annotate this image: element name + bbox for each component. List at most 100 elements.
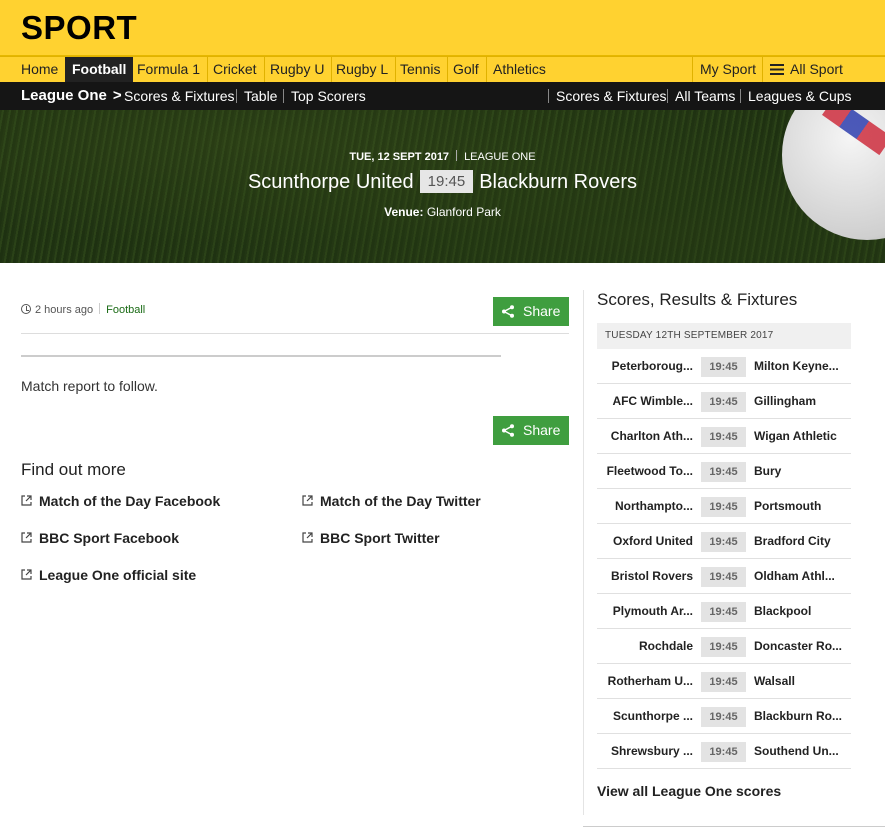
- fixture-home-team: Bristol Rovers: [610, 569, 693, 583]
- fixture-time: 19:45: [701, 567, 746, 587]
- fixture-time: 19:45: [701, 357, 746, 377]
- fixture-row[interactable]: Scunthorpe ... 19:45 Blackburn Ro...: [597, 699, 851, 734]
- fixture-row[interactable]: Rochdale 19:45 Doncaster Ro...: [597, 629, 851, 664]
- share-label: Share: [523, 422, 561, 438]
- fixture-home-team: Rochdale: [638, 639, 693, 653]
- fixture-away-team: Wigan Athletic: [754, 429, 837, 443]
- subnav-table[interactable]: Table: [244, 82, 277, 110]
- nav-item-rugby-league[interactable]: Rugby L: [329, 57, 397, 82]
- divider: [667, 89, 668, 103]
- sport-logo[interactable]: SPORT: [21, 9, 137, 47]
- share-button-top[interactable]: Share: [493, 297, 569, 326]
- external-link-icon: [302, 495, 313, 506]
- fixture-row[interactable]: Oxford United 19:45 Bradford City: [597, 524, 851, 559]
- nav-item-rugby-union[interactable]: Rugby U: [263, 57, 333, 82]
- match-teams: Scunthorpe United 19:45 Blackburn Rovers: [0, 170, 885, 194]
- breadcrumb-league-one[interactable]: League One: [21, 87, 107, 104]
- primary-nav: Home Football Formula 1 Cricket Rugby U …: [0, 56, 885, 82]
- share-icon: [502, 305, 514, 318]
- divider: [21, 333, 569, 334]
- fixture-row[interactable]: Northampto... 19:45 Portsmouth: [597, 489, 851, 524]
- fixture-away-team: Doncaster Ro...: [754, 639, 843, 653]
- link-motd-twitter[interactable]: Match of the Day Twitter: [302, 493, 481, 509]
- fixture-time: 19:45: [701, 672, 746, 692]
- divider: [236, 89, 237, 103]
- subnav-top-scorers[interactable]: Top Scorers: [291, 82, 366, 110]
- secondary-nav: League One > Scores & Fixtures Table Top …: [0, 82, 885, 110]
- external-link-icon: [21, 532, 32, 543]
- link-label: Match of the Day Twitter: [320, 493, 481, 509]
- divider: [283, 89, 284, 103]
- fixture-away-team: Blackburn Ro...: [754, 709, 843, 723]
- match-report-text: Match report to follow.: [21, 378, 158, 394]
- match-hero: TUE, 12 SEPT 2017 LEAGUE ONE Scunthorpe U…: [0, 110, 885, 263]
- venue-label: Venue:: [384, 205, 424, 219]
- all-sport-label: All Sport: [790, 61, 843, 77]
- external-link-icon: [302, 532, 313, 543]
- subnav-leagues-cups[interactable]: Leagues & Cups: [748, 82, 852, 110]
- sport-header: SPORT: [0, 0, 885, 56]
- fixture-home-team: Oxford United: [613, 534, 693, 548]
- fixture-time: 19:45: [701, 707, 746, 727]
- nav-item-home[interactable]: Home: [14, 57, 67, 82]
- venue-name: Glanford Park: [426, 205, 501, 219]
- fixture-time: 19:45: [701, 462, 746, 482]
- match-time: 19:45: [419, 170, 474, 193]
- fixture-away-team: Walsall: [754, 674, 795, 688]
- chevron-right-icon: >: [112, 87, 122, 104]
- link-label: BBC Sport Twitter: [320, 530, 440, 546]
- fixture-home-team: Fleetwood To...: [606, 464, 693, 478]
- fixture-row[interactable]: Peterboroug... 19:45 Milton Keyne...: [597, 349, 851, 384]
- fixture-away-team: Southend Un...: [754, 744, 839, 758]
- fixture-away-team: Blackpool: [754, 604, 812, 618]
- nav-item-athletics[interactable]: Athletics: [486, 57, 553, 82]
- fixture-row[interactable]: Fleetwood To... 19:45 Bury: [597, 454, 851, 489]
- nav-item-tennis[interactable]: Tennis: [393, 57, 449, 82]
- fixture-away-team: Bury: [754, 464, 782, 478]
- nav-item-football[interactable]: Football: [65, 57, 134, 82]
- scores-heading: Scores, Results & Fixtures: [597, 290, 798, 309]
- match-date: TUE, 12 SEPT 2017: [349, 151, 450, 163]
- clock-icon: [21, 304, 31, 314]
- divider: [21, 355, 501, 357]
- divider: [548, 89, 549, 103]
- fixture-row[interactable]: Charlton Ath... 19:45 Wigan Athletic: [597, 419, 851, 454]
- subnav-all-teams[interactable]: All Teams: [675, 82, 735, 110]
- article-topic-link[interactable]: Football: [106, 304, 145, 316]
- nav-item-all-sport[interactable]: All Sport: [762, 57, 850, 82]
- fixture-home-team: Charlton Ath...: [610, 429, 693, 443]
- nav-item-my-sport[interactable]: My Sport: [692, 57, 763, 82]
- fixture-time: 19:45: [701, 532, 746, 552]
- fixture-away-team: Oldham Athl...: [754, 569, 835, 583]
- link-motd-facebook[interactable]: Match of the Day Facebook: [21, 493, 220, 509]
- divider: [456, 150, 458, 161]
- fixture-home-team: AFC Wimble...: [612, 394, 693, 408]
- fixture-time: 19:45: [701, 742, 746, 762]
- view-all-scores-link[interactable]: View all League One scores: [597, 783, 781, 799]
- subnav-right-scores-fixtures[interactable]: Scores & Fixtures: [556, 82, 666, 110]
- breadcrumb: League One >: [21, 82, 126, 110]
- fixture-time: 19:45: [701, 497, 746, 517]
- subnav-scores-fixtures[interactable]: Scores & Fixtures: [124, 82, 234, 110]
- fixture-row[interactable]: AFC Wimble... 19:45 Gillingham: [597, 384, 851, 419]
- fixture-row[interactable]: Bristol Rovers 19:45 Oldham Athl...: [597, 559, 851, 594]
- menu-icon: [770, 64, 784, 75]
- fixture-home-team: Northampto...: [615, 499, 693, 513]
- fixture-away-team: Portsmouth: [754, 499, 822, 513]
- fixture-row[interactable]: Plymouth Ar... 19:45 Blackpool: [597, 594, 851, 629]
- fixture-away-team: Bradford City: [754, 534, 831, 548]
- fixture-row[interactable]: Shrewsbury ... 19:45 Southend Un...: [597, 734, 851, 769]
- link-bbc-sport-facebook[interactable]: BBC Sport Facebook: [21, 530, 179, 546]
- share-button-bottom[interactable]: Share: [493, 416, 569, 445]
- link-bbc-sport-twitter[interactable]: BBC Sport Twitter: [302, 530, 440, 546]
- fixture-row[interactable]: Rotherham U... 19:45 Walsall: [597, 664, 851, 699]
- link-league-one-official[interactable]: League One official site: [21, 567, 196, 583]
- nav-item-cricket[interactable]: Cricket: [206, 57, 265, 82]
- fixture-home-team: Rotherham U...: [607, 674, 693, 688]
- fixture-home-team: Peterboroug...: [611, 359, 693, 373]
- fixtures-date: TUESDAY 12TH SEPTEMBER 2017: [597, 323, 851, 349]
- link-label: Match of the Day Facebook: [39, 493, 221, 509]
- divider: [583, 826, 885, 827]
- nav-item-golf[interactable]: Golf: [446, 57, 487, 82]
- nav-item-formula-1[interactable]: Formula 1: [130, 57, 209, 82]
